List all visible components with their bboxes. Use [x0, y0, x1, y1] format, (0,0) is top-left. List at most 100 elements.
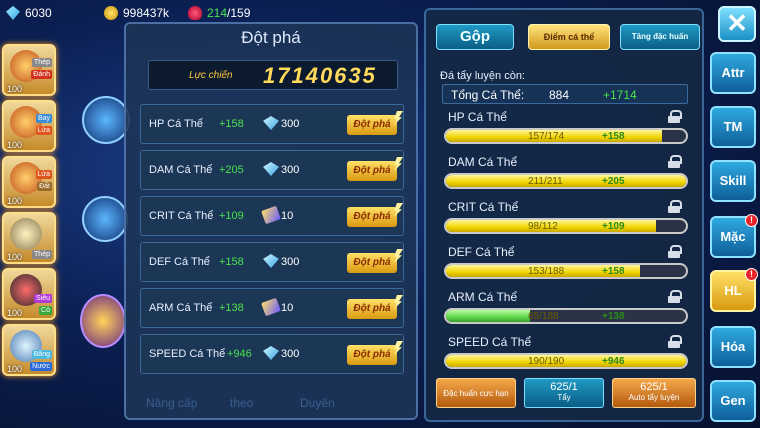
lock-icon[interactable] [668, 200, 682, 213]
side-button-label: Mặc [720, 229, 746, 244]
stat-bonus: +205 [219, 164, 244, 176]
hero-element-tag: Băng [31, 350, 52, 359]
hero-element-tag: Thép [32, 250, 52, 259]
hero-element-tag: Nước [30, 362, 52, 371]
lock-icon[interactable] [668, 335, 682, 348]
stat-bar-bonus: +205 [602, 176, 625, 187]
stat-name: DAM Cá Thể [149, 164, 213, 176]
stat-bar-row: DEF Cá Thể 153/188 +158 [444, 245, 688, 287]
side-button-mac[interactable]: Mặc ! [710, 214, 758, 258]
notification-badge: ! [745, 214, 758, 227]
close-button[interactable]: ✕ [718, 6, 756, 42]
stat-name: HP Cá Thể [448, 110, 507, 124]
stat-name: ARM Cá Thể [448, 290, 518, 304]
equipment-slot[interactable] [82, 196, 128, 242]
side-button-tm[interactable]: TM [710, 106, 756, 148]
auto-reroll-button[interactable]: 625/1 Auto tẩy luyện [612, 378, 696, 408]
diamond-icon [263, 116, 279, 130]
stat-bonus: +158 [219, 256, 244, 268]
hero-slot[interactable]: Băng Nước 100 [2, 324, 56, 376]
stat-name: ARM Cá Thể [149, 302, 213, 314]
side-button-skill[interactable]: Skill [710, 160, 756, 202]
combat-power-box: Lực chiến 17140635 [148, 60, 398, 90]
breakthrough-button[interactable]: Đột phá [347, 345, 397, 365]
total-stat-box: Tổng Cá Thể: 884 +1714 [442, 84, 688, 104]
potion-icon [188, 6, 202, 20]
cost-value: 300 [281, 164, 300, 176]
stat-bar-row: HP Cá Thể 157/174 +158 [444, 110, 688, 152]
stat-bonus: +158 [219, 118, 244, 130]
gold-value: 998437k [123, 6, 170, 20]
stat-bar: 98/112 +109 [444, 218, 688, 234]
hero-level: 100 [7, 308, 23, 318]
equipment-slot[interactable] [82, 96, 130, 144]
diamond-value: 6030 [25, 6, 52, 20]
lock-icon[interactable] [668, 290, 682, 303]
stat-bar-bonus: +138 [602, 311, 625, 322]
stat-bar: 190/190 +946 [444, 353, 688, 369]
tab-diem-ca-the[interactable]: Điểm cá thể [528, 24, 610, 50]
extreme-training-button[interactable]: Đặc huấn cực hạn [436, 378, 516, 408]
side-button-hl[interactable]: HL ! [710, 268, 758, 312]
stat-name: HP Cá Thể [149, 118, 204, 130]
side-button-gen[interactable]: Gen [710, 380, 756, 422]
lock-icon[interactable] [668, 110, 682, 123]
lock-icon[interactable] [668, 245, 682, 258]
stat-bar-fill [446, 355, 686, 367]
breakthrough-button[interactable]: Đột phá [347, 253, 397, 273]
stat-bar: 157/174 +158 [444, 128, 688, 144]
tab-theo[interactable]: theo [230, 396, 253, 410]
stat-bar-fill [446, 310, 530, 322]
scroll-icon [261, 297, 281, 317]
tab-duyen[interactable]: Duyên [300, 396, 335, 410]
cost-value: 300 [281, 256, 300, 268]
stat-bar: 153/188 +158 [444, 263, 688, 279]
stat-name: DAM Cá Thể [448, 155, 518, 169]
tab-gop[interactable]: Gộp [436, 24, 514, 50]
hero-slot[interactable]: Lửa Đất 100 [2, 156, 56, 208]
potion-max: 159 [230, 6, 251, 20]
diamond-counter: 6030 [6, 4, 52, 22]
diamond-icon [263, 162, 279, 176]
stat-bar: 65/188 +138 [444, 308, 688, 324]
auto-reroll-label: Auto tẩy luyện [628, 393, 680, 402]
side-button-attr[interactable]: Attr [710, 52, 756, 94]
stat-name: DEF Cá Thể [448, 245, 515, 259]
stat-bar-value: 157/174 [528, 131, 565, 142]
total-label: Tổng Cá Thể: [451, 88, 525, 102]
stat-bar-value: 153/188 [528, 266, 565, 277]
stat-bar-value: 98/112 [528, 221, 558, 232]
stat-bar-bonus: +109 [602, 221, 625, 232]
hero-element-tag: Siêu [33, 294, 52, 303]
tab-tang-dac-huan[interactable]: Tăng đặc huấn [620, 24, 700, 50]
stat-name: DEF Cá Thể [149, 256, 210, 268]
tab-nang-cap[interactable]: Nâng cấp [146, 396, 197, 410]
coin-icon [104, 6, 118, 20]
hero-level: 100 [7, 84, 23, 94]
hero-slot[interactable]: Thép 100 [2, 212, 56, 264]
hero-element-tag: Cỏ [39, 306, 52, 315]
breakthrough-button[interactable]: Đột phá [347, 161, 397, 181]
breakthrough-button[interactable]: Đột phá [347, 207, 397, 227]
stat-bar-value: 190/190 [528, 356, 565, 367]
breakthrough-button[interactable]: Đột phá [347, 115, 397, 135]
diamond-icon [263, 254, 279, 268]
hero-slot[interactable]: Bay Lửa 100 [2, 100, 56, 152]
stat-name: SPEED Cá Thể [448, 335, 532, 349]
stat-bonus: +946 [227, 348, 252, 360]
gold-counter: 998437k [104, 4, 169, 22]
reroll-button[interactable]: 625/1 Tẩy [524, 378, 604, 408]
lock-icon[interactable] [668, 155, 682, 168]
total-value: 884 [549, 88, 570, 102]
breakthrough-button[interactable]: Đột phá [347, 299, 397, 319]
hero-slot[interactable]: Siêu Cỏ 100 [2, 268, 56, 320]
hero-element-tag: Bay [35, 114, 52, 123]
hero-slot[interactable]: Thép Đánh 100 [2, 44, 56, 96]
stat-bonus: +138 [219, 302, 244, 314]
hero-level: 100 [7, 252, 23, 262]
side-button-hoa[interactable]: Hóa [710, 326, 756, 368]
reroll-stone-label: Đá tẩy luyện còn: [440, 70, 525, 82]
hero-element-tag: Thép [32, 58, 52, 67]
equipment-slot[interactable] [80, 294, 126, 348]
panel-title: Đột phá [241, 28, 301, 47]
